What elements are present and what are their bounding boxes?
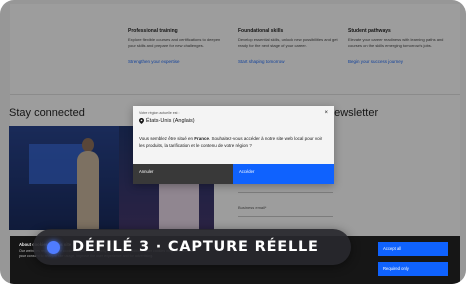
record-dot-icon xyxy=(47,240,60,254)
region-message: Vous semblez être situé en France. Souha… xyxy=(139,136,323,148)
current-region-label: Votre région actuelle est : xyxy=(139,111,180,115)
close-icon[interactable]: × xyxy=(324,110,328,116)
cancel-button[interactable]: Annuler xyxy=(133,164,233,184)
location-pin-icon xyxy=(139,118,144,124)
accept-all-button[interactable]: Accept all xyxy=(378,242,448,256)
current-region: États-Unis (Anglais) xyxy=(139,118,195,124)
screenshot-frame: Professional training Explore flexible c… xyxy=(0,0,466,284)
region-dialog: Votre région actuelle est : × États-Unis… xyxy=(133,106,334,184)
region-name: États-Unis (Anglais) xyxy=(146,118,195,124)
caption-label: DÉFILÉ 3 · CAPTURE RÉELLE xyxy=(72,239,319,255)
caption-pill: DÉFILÉ 3 · CAPTURE RÉELLE xyxy=(33,229,351,265)
go-to-local-site-button[interactable]: Accéder xyxy=(233,164,334,184)
required-only-button[interactable]: Required only xyxy=(378,262,448,276)
detected-country: France xyxy=(194,136,210,141)
